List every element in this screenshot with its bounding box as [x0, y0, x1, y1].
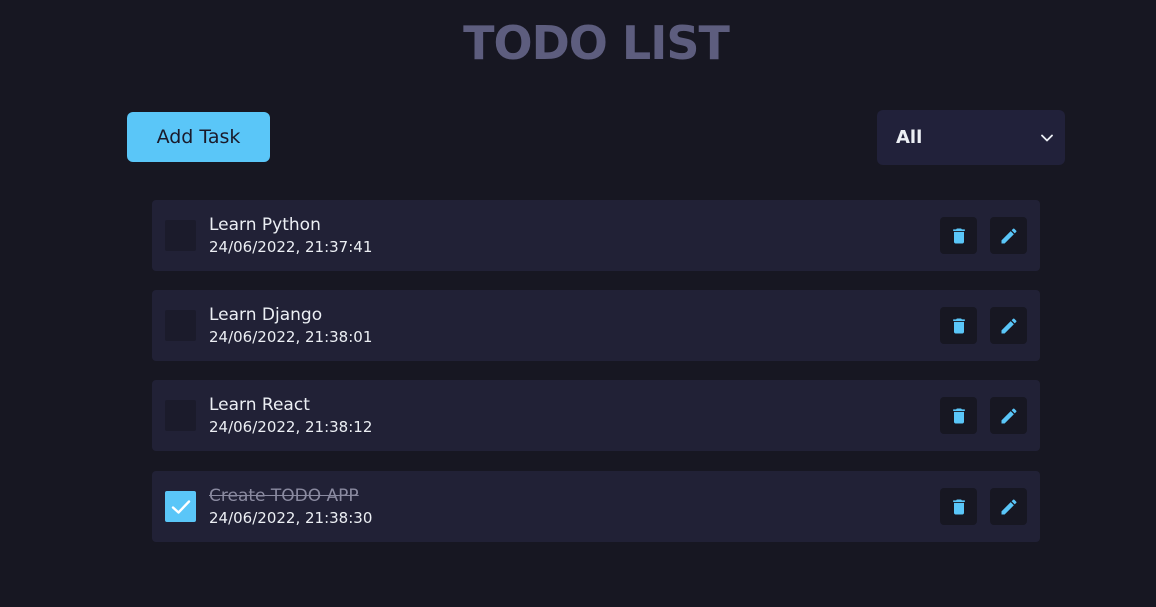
edit-task-button[interactable] — [990, 307, 1027, 344]
edit-task-button[interactable] — [990, 488, 1027, 525]
pencil-icon — [1001, 407, 1017, 423]
page-title: TODO LIST — [463, 16, 730, 70]
task-item: Learn Python 24/06/2022, 21:37:41 — [152, 200, 1040, 271]
task-title: Create TODO APP — [209, 486, 359, 506]
trash-icon — [952, 228, 965, 243]
delete-task-button[interactable] — [940, 217, 977, 254]
edit-task-button[interactable] — [990, 217, 1027, 254]
filter-selected-value: All — [896, 127, 923, 148]
task-title: Learn React — [209, 395, 310, 415]
task-item: Learn Django 24/06/2022, 21:38:01 — [152, 290, 1040, 361]
delete-task-button[interactable] — [940, 488, 977, 525]
task-checkbox[interactable] — [165, 220, 196, 251]
pencil-icon — [1001, 498, 1017, 514]
task-timestamp: 24/06/2022, 21:38:30 — [209, 509, 373, 527]
task-title: Learn Python — [209, 215, 321, 235]
task-checkbox[interactable] — [165, 400, 196, 431]
task-checkbox[interactable] — [165, 491, 196, 522]
trash-icon — [952, 499, 965, 514]
task-item: Learn React 24/06/2022, 21:38:12 — [152, 380, 1040, 451]
task-timestamp: 24/06/2022, 21:38:01 — [209, 328, 373, 346]
edit-task-button[interactable] — [990, 397, 1027, 434]
task-timestamp: 24/06/2022, 21:38:12 — [209, 418, 373, 436]
add-task-button[interactable]: Add Task — [127, 112, 270, 162]
delete-task-button[interactable] — [940, 307, 977, 344]
checkmark-icon — [171, 499, 190, 514]
filter-select[interactable]: All — [877, 110, 1065, 165]
task-title: Learn Django — [209, 305, 323, 325]
delete-task-button[interactable] — [940, 397, 977, 434]
task-item: Create TODO APP 24/06/2022, 21:38:30 — [152, 471, 1040, 542]
task-timestamp: 24/06/2022, 21:37:41 — [209, 238, 373, 256]
chevron-down-icon — [1041, 134, 1053, 141]
task-checkbox[interactable] — [165, 310, 196, 341]
pencil-icon — [1001, 227, 1017, 243]
trash-icon — [952, 318, 965, 333]
trash-icon — [952, 408, 965, 423]
pencil-icon — [1001, 317, 1017, 333]
